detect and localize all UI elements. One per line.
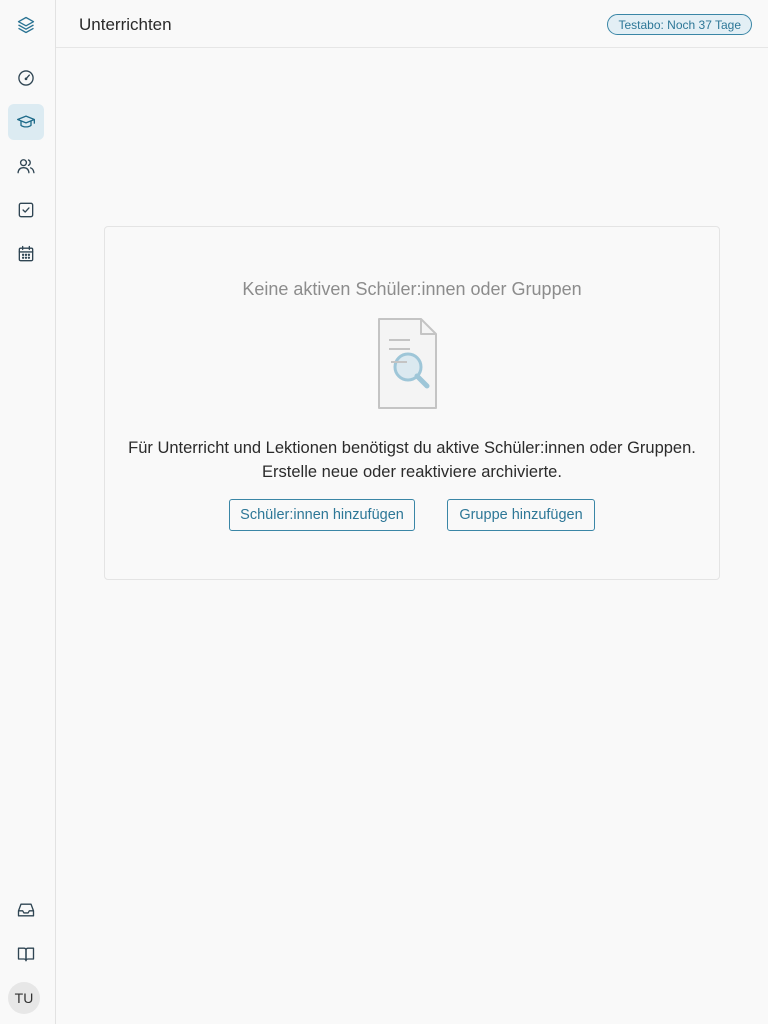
trial-badge[interactable]: Testabo: Noch 37 Tage [607,14,752,35]
empty-state-title: Keine aktiven Schüler:innen oder Gruppen [242,279,582,299]
users-icon[interactable] [8,148,44,184]
document-search-icon [378,318,437,409]
checkbox-icon[interactable] [8,192,44,228]
empty-state-line2: Erstelle neue oder reaktiviere archivier… [262,463,562,481]
book-icon[interactable] [8,936,44,972]
add-group-button[interactable]: Gruppe hinzufügen [447,499,595,531]
avatar[interactable]: TU [8,982,40,1014]
inbox-icon[interactable] [8,892,44,928]
empty-state-card: Keine aktiven Schüler:innen oder Gruppen… [104,226,720,580]
add-students-button[interactable]: Schüler:innen hinzufügen [229,499,415,531]
empty-state-line1: Für Unterricht und Lektionen benötigst d… [128,439,696,457]
header: Unterrichten Testabo: Noch 37 Tage [56,0,768,48]
avatar-initials: TU [14,990,34,1006]
layers-icon[interactable] [8,7,44,43]
nav-item-unterrichten[interactable] [8,104,44,140]
sidebar: TU [0,0,56,1024]
empty-state-description: Für Unterricht und Lektionen benötigst d… [105,436,719,484]
calendar-icon[interactable] [8,236,44,272]
page-title: Unterrichten [79,15,172,34]
gauge-icon[interactable] [8,60,44,96]
graduation-cap-icon [17,115,35,128]
